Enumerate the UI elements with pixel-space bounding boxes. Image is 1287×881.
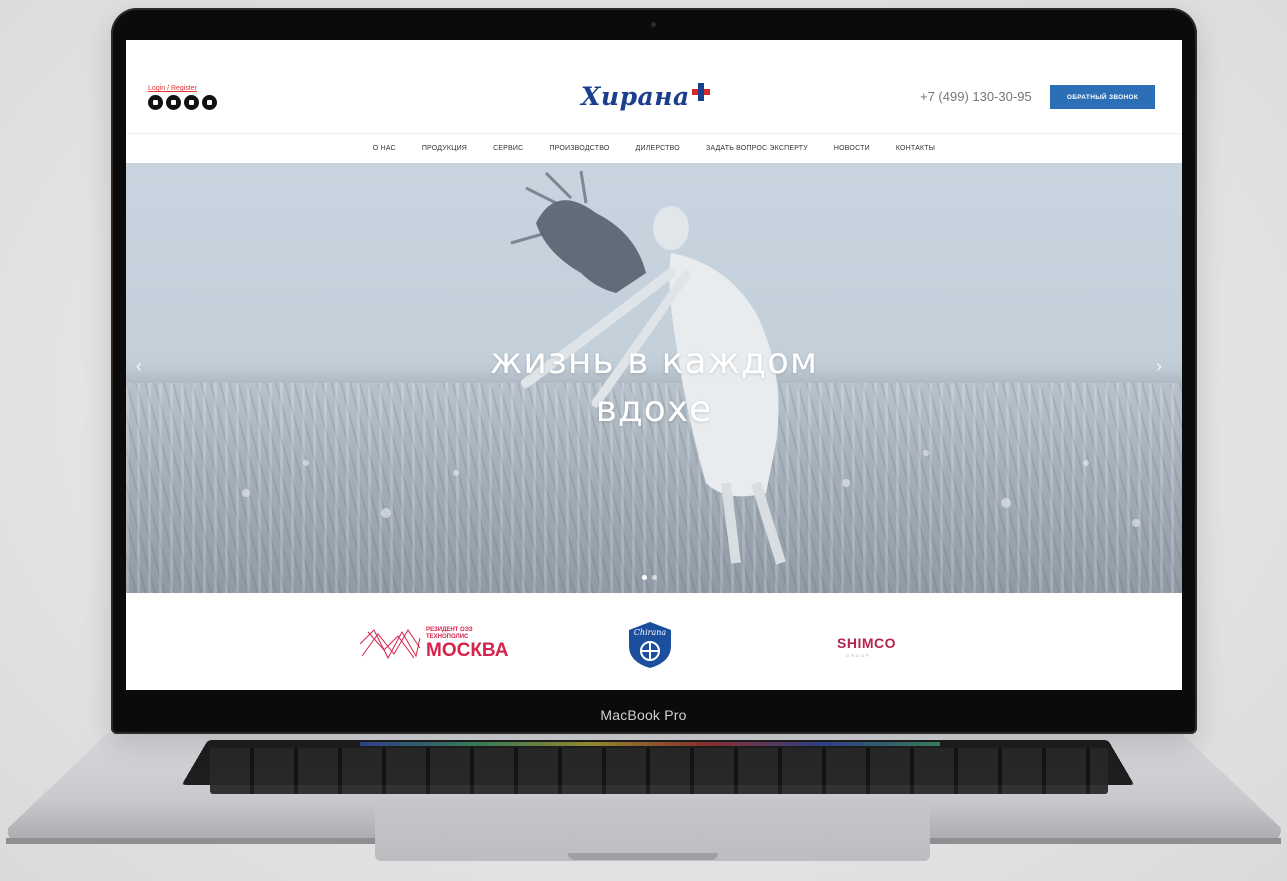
trackpad (375, 799, 930, 861)
slider-next-arrow-icon[interactable]: › (1156, 356, 1162, 377)
hero-slider: жизнь в каждом вдохе ‹ › (126, 163, 1182, 593)
moscow-subtitle-1: РЕЗИДЕНТ ОЭЗ (426, 627, 473, 633)
nav-item-ask-expert[interactable]: ЗАДАТЬ ВОПРОС ЭКСПЕРТУ (693, 145, 821, 152)
nav-item-news[interactable]: НОВОСТИ (821, 145, 883, 152)
shimco-group-text: GROUP (846, 653, 871, 658)
moscow-title: МОСКВА (426, 640, 509, 661)
site-header: Login / Register Хирана +7 (499) 130-30-… (126, 40, 1182, 132)
instagram-icon[interactable] (202, 95, 217, 110)
site-logo[interactable]: Хирана (581, 82, 710, 111)
nav-item-contacts[interactable]: КОНТАКТЫ (883, 145, 948, 152)
phone-number[interactable]: +7 (499) 130-30-95 (920, 89, 1032, 104)
nav-item-about[interactable]: О НАС (360, 145, 409, 152)
hero-title-line1: жизнь в каждом (489, 341, 819, 382)
nav-item-service[interactable]: СЕРВИС (480, 145, 536, 152)
partner-chirana-logo[interactable]: Chirana (625, 620, 675, 670)
touch-bar (360, 742, 940, 746)
chirana-text: Chirana (634, 628, 667, 637)
cross-icon (691, 82, 710, 101)
slider-dots (642, 575, 657, 580)
partner-shimco-logo[interactable]: SHIMCO (837, 635, 896, 651)
slider-dot[interactable] (652, 575, 657, 580)
callback-button[interactable]: ОБРАТНЫЙ ЗВОНОК (1050, 85, 1155, 109)
technopolis-logo-icon (359, 628, 421, 659)
lid-notch (568, 853, 718, 860)
vk-icon[interactable] (148, 95, 163, 110)
slider-dot[interactable] (642, 575, 647, 580)
device-label: MacBook Pro (600, 707, 687, 723)
nav-item-production[interactable]: ПРОИЗВОДСТВО (536, 145, 622, 152)
logo-text: Хирана (581, 82, 690, 111)
ok-icon[interactable] (166, 95, 181, 110)
main-nav: О НАС ПРОДУКЦИЯ СЕРВИС ПРОИЗВОДСТВО ДИЛЕ… (126, 133, 1182, 164)
partners-strip: РЕЗИДЕНТ ОЭЗ ТЕХНОПОЛИС МОСКВА Chirana S… (126, 593, 1182, 690)
slider-prev-arrow-icon[interactable]: ‹ (136, 356, 142, 377)
nav-item-products[interactable]: ПРОДУКЦИЯ (409, 145, 480, 152)
login-register-link[interactable]: Login / Register (148, 85, 197, 92)
website-screen: Login / Register Хирана +7 (499) 130-30-… (126, 40, 1182, 690)
youtube-icon[interactable] (184, 95, 199, 110)
social-icons (148, 95, 217, 110)
camera-icon (651, 22, 656, 27)
nav-item-dealers[interactable]: ДИЛЕРСТВО (623, 145, 693, 152)
hero-title-line2: вдохе (595, 389, 713, 430)
hero-title: жизнь в каждом вдохе (126, 338, 1182, 434)
keyboard-keys (210, 748, 1108, 794)
partner-technopolis-moscow[interactable]: РЕЗИДЕНТ ОЭЗ ТЕХНОПОЛИС МОСКВА (358, 627, 508, 661)
